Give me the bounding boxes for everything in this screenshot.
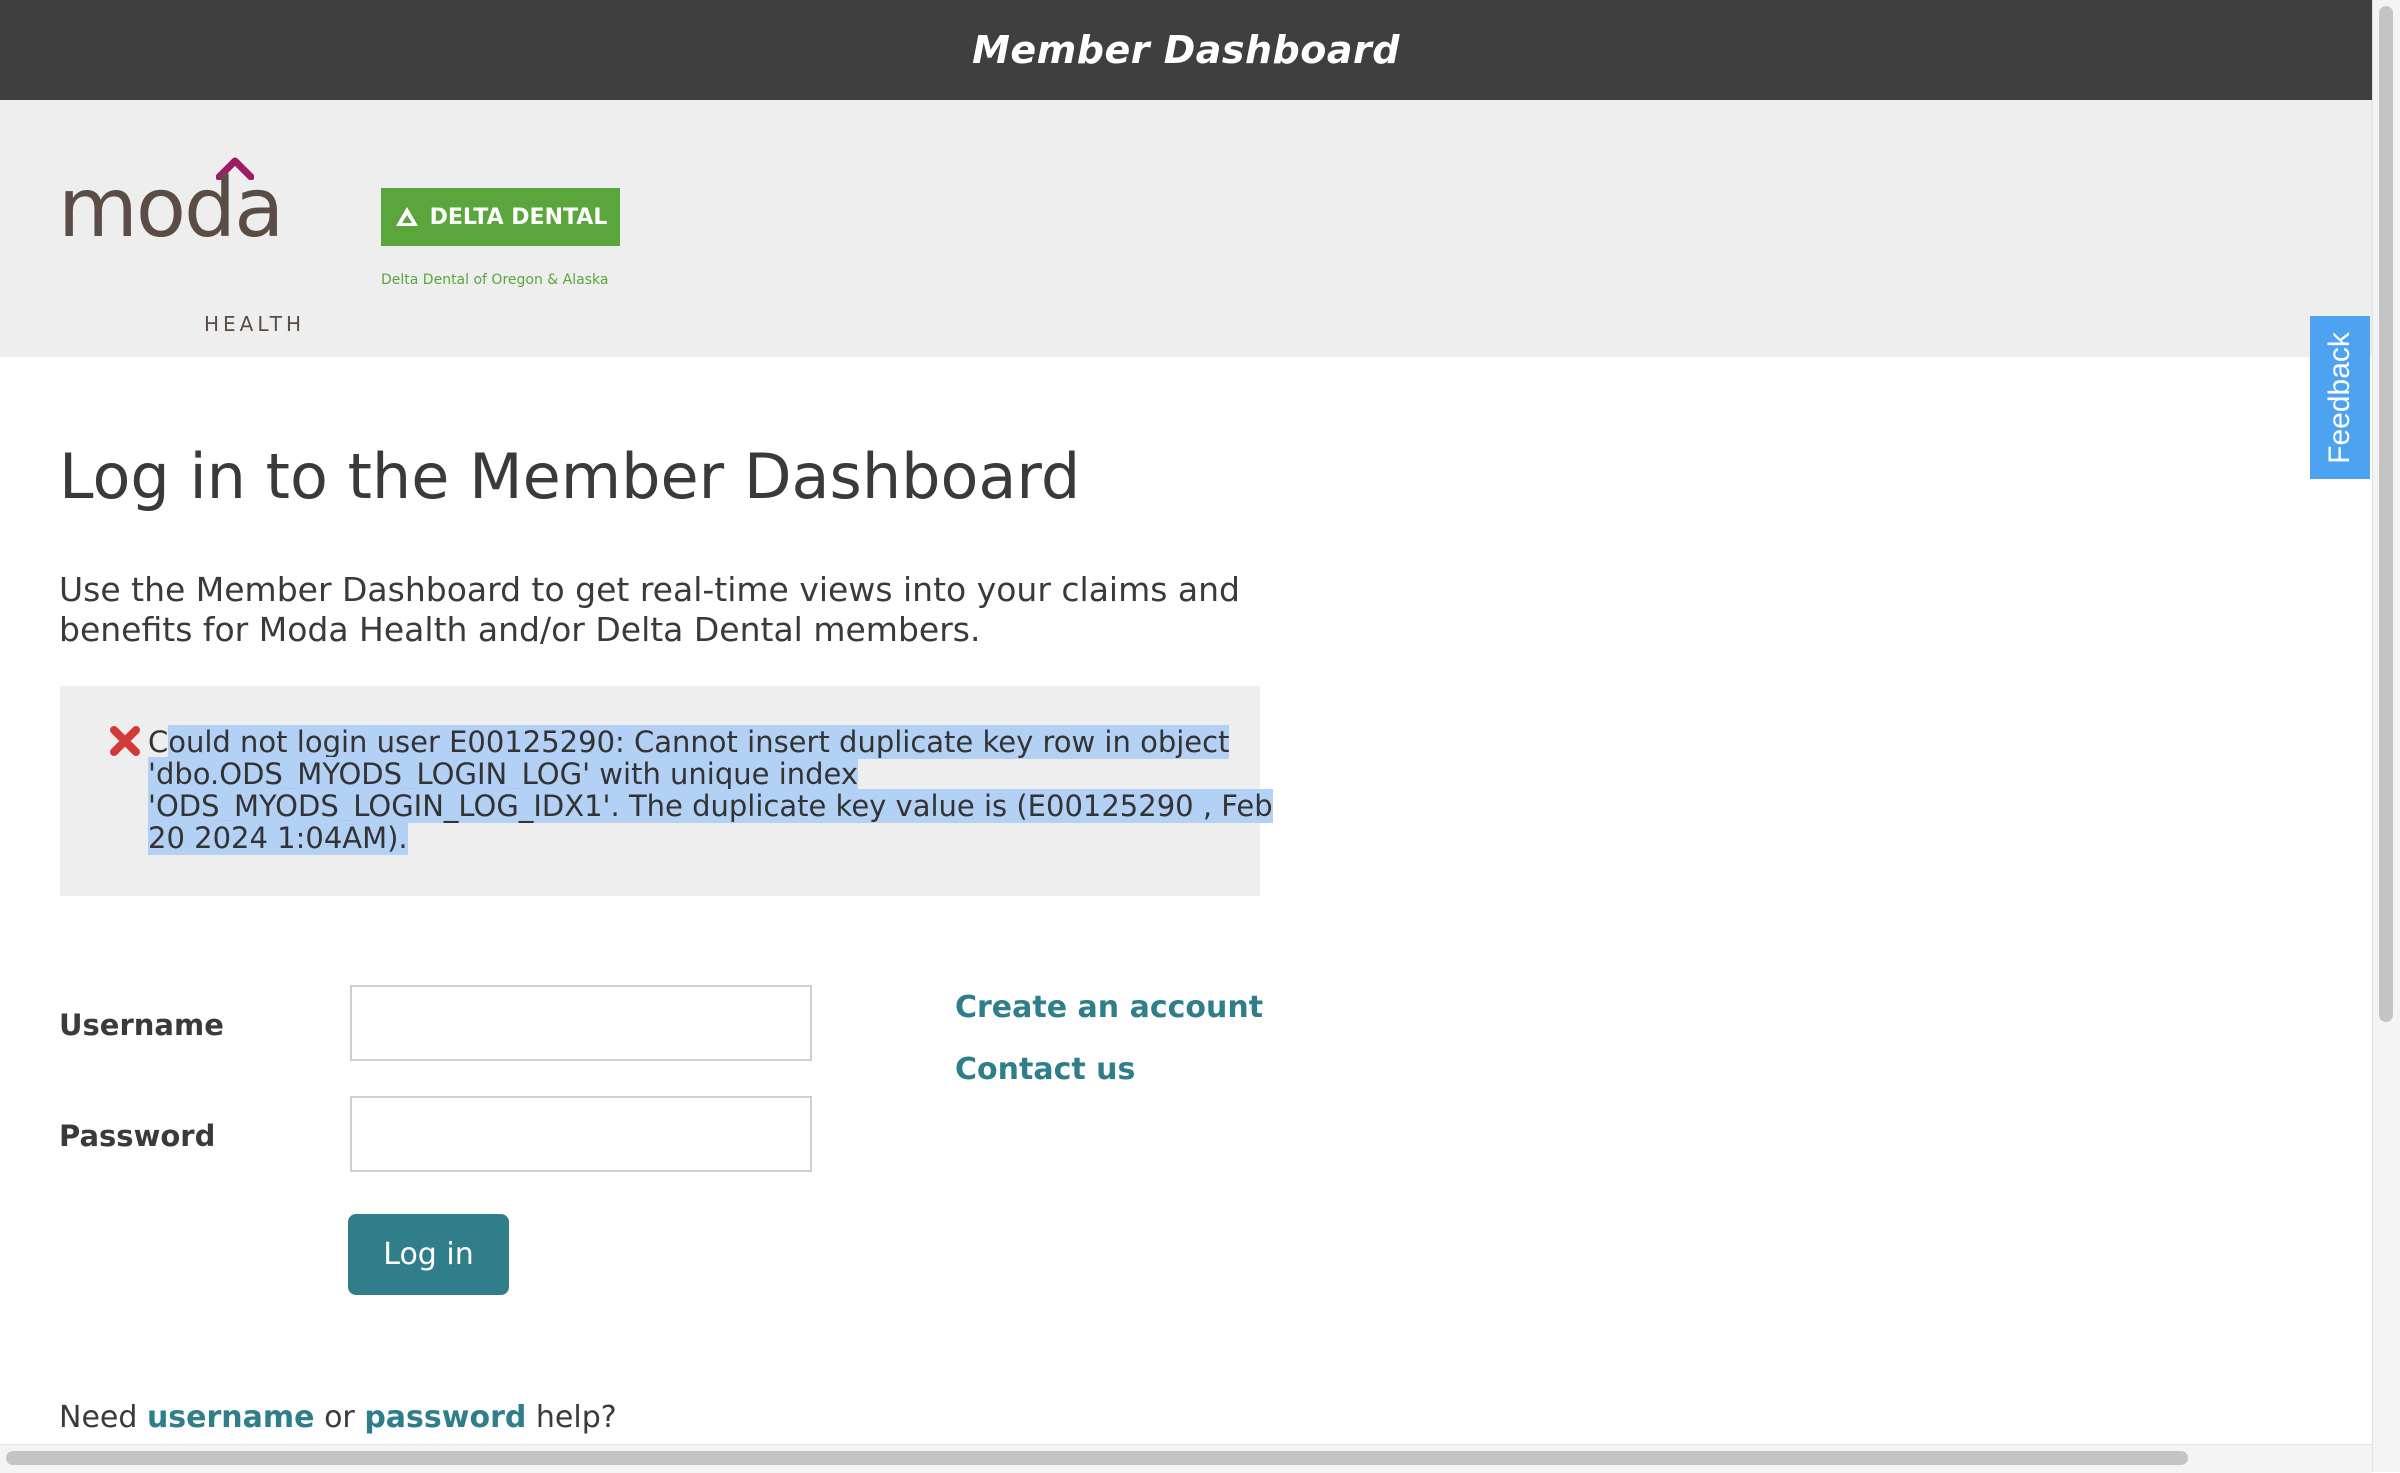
horizontal-scroll-thumb[interactable]: [6, 1451, 2188, 1465]
error-message-box: Could not login user E00125290: Cannot i…: [60, 686, 1273, 896]
error-message-text: Could not login user E00125290: Cannot i…: [148, 725, 1278, 855]
moda-wordmark: moda: [58, 161, 284, 256]
login-help-text: Need username or password help?: [59, 1400, 617, 1435]
top-bar: Member Dashboard: [0, 0, 2372, 100]
error-x-icon: [110, 726, 140, 756]
vertical-scroll-thumb[interactable]: [2379, 6, 2393, 1022]
login-button[interactable]: Log in: [348, 1214, 509, 1295]
username-input[interactable]: [350, 985, 812, 1061]
username-label: Username: [59, 1008, 224, 1042]
moda-health-subtext: HEALTH: [204, 312, 306, 336]
username-help-link[interactable]: username: [147, 1400, 315, 1435]
app-title: Member Dashboard: [972, 28, 1400, 72]
help-suffix: help?: [535, 1400, 617, 1435]
delta-dental-logo[interactable]: DELTA DENTAL: [381, 188, 620, 246]
error-selected-text: ould not login user E00125290: Cannot in…: [148, 725, 1273, 855]
contact-us-link[interactable]: Contact us: [955, 1052, 1135, 1087]
help-middle: or: [324, 1400, 355, 1435]
delta-dental-wordmark: DELTA DENTAL: [429, 204, 608, 230]
vertical-scrollbar[interactable]: [2372, 0, 2400, 1472]
moda-health-logo[interactable]: moda HEALTH: [58, 157, 308, 336]
intro-text: Use the Member Dashboard to get real-tim…: [59, 570, 1241, 649]
horizontal-scrollbar[interactable]: [0, 1444, 2372, 1473]
delta-dental-tagline: Delta Dental of Oregon & Alaska: [381, 272, 609, 288]
delta-triangle-icon: [395, 207, 418, 226]
password-label: Password: [59, 1119, 216, 1153]
create-account-link[interactable]: Create an account: [955, 990, 1263, 1025]
feedback-label: Feedback: [2323, 331, 2356, 464]
brand-band: moda HEALTH: [0, 100, 2372, 357]
help-prefix: Need: [59, 1400, 138, 1435]
feedback-tab[interactable]: Feedback: [2310, 316, 2370, 479]
password-help-link[interactable]: password: [364, 1400, 526, 1435]
password-input[interactable]: [350, 1096, 812, 1172]
page-title: Log in to the Member Dashboard: [59, 440, 1081, 513]
error-first-char: C: [148, 725, 169, 759]
